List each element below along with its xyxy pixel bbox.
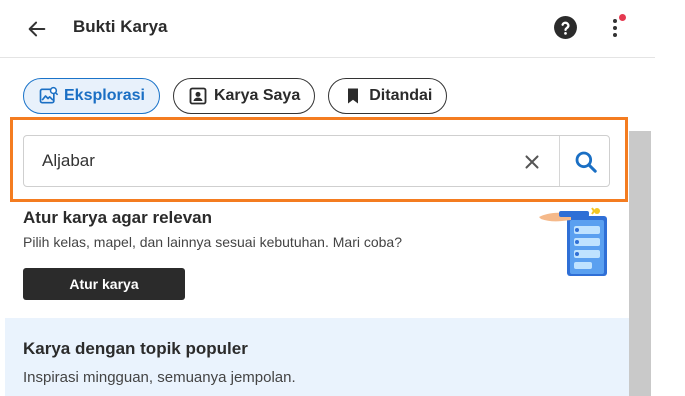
popular-topics-section: Karya dengan topik populer Inspirasi min… (5, 318, 629, 396)
tab-label: Eksplorasi (64, 87, 145, 104)
top-app-bar: Bukti Karya (0, 0, 655, 58)
promo-title: Atur karya agar relevan (23, 208, 212, 227)
arrow-left-icon (28, 21, 46, 37)
promo-description: Pilih kelas, mapel, dan lainnya sesuai k… (23, 234, 403, 250)
bookmark-icon (343, 86, 363, 106)
tab-eksplorasi[interactable]: Eksplorasi (23, 78, 160, 114)
more-dot (613, 26, 617, 30)
back-button[interactable] (22, 14, 52, 44)
tab-label: Karya Saya (213, 87, 301, 104)
question-circle-icon (554, 16, 577, 39)
help-button[interactable] (553, 15, 578, 40)
tab-label: Ditandai (369, 87, 433, 104)
more-options-button[interactable] (603, 12, 627, 42)
notification-dot (619, 14, 626, 21)
page-title: Bukti Karya (73, 17, 168, 36)
tab-bar: Eksplorasi Karya Saya Ditandai (23, 78, 448, 114)
gallery-icon (38, 86, 58, 106)
more-vertical-icon (613, 19, 617, 23)
popular-description: Inspirasi mingguan, semuanya jempolan. (23, 369, 296, 386)
scrollbar[interactable] (629, 131, 651, 396)
document-settings-icon (539, 207, 607, 276)
search-highlight-frame (10, 117, 628, 202)
settings-illustration (537, 204, 615, 278)
tab-ditandai[interactable]: Ditandai (328, 78, 448, 114)
popular-title: Karya dengan topik populer (23, 339, 248, 358)
tab-karya-saya[interactable]: Karya Saya (172, 78, 316, 114)
more-dot (613, 33, 617, 37)
portrait-icon (188, 86, 208, 106)
atur-karya-button[interactable]: Atur karya (23, 268, 185, 300)
